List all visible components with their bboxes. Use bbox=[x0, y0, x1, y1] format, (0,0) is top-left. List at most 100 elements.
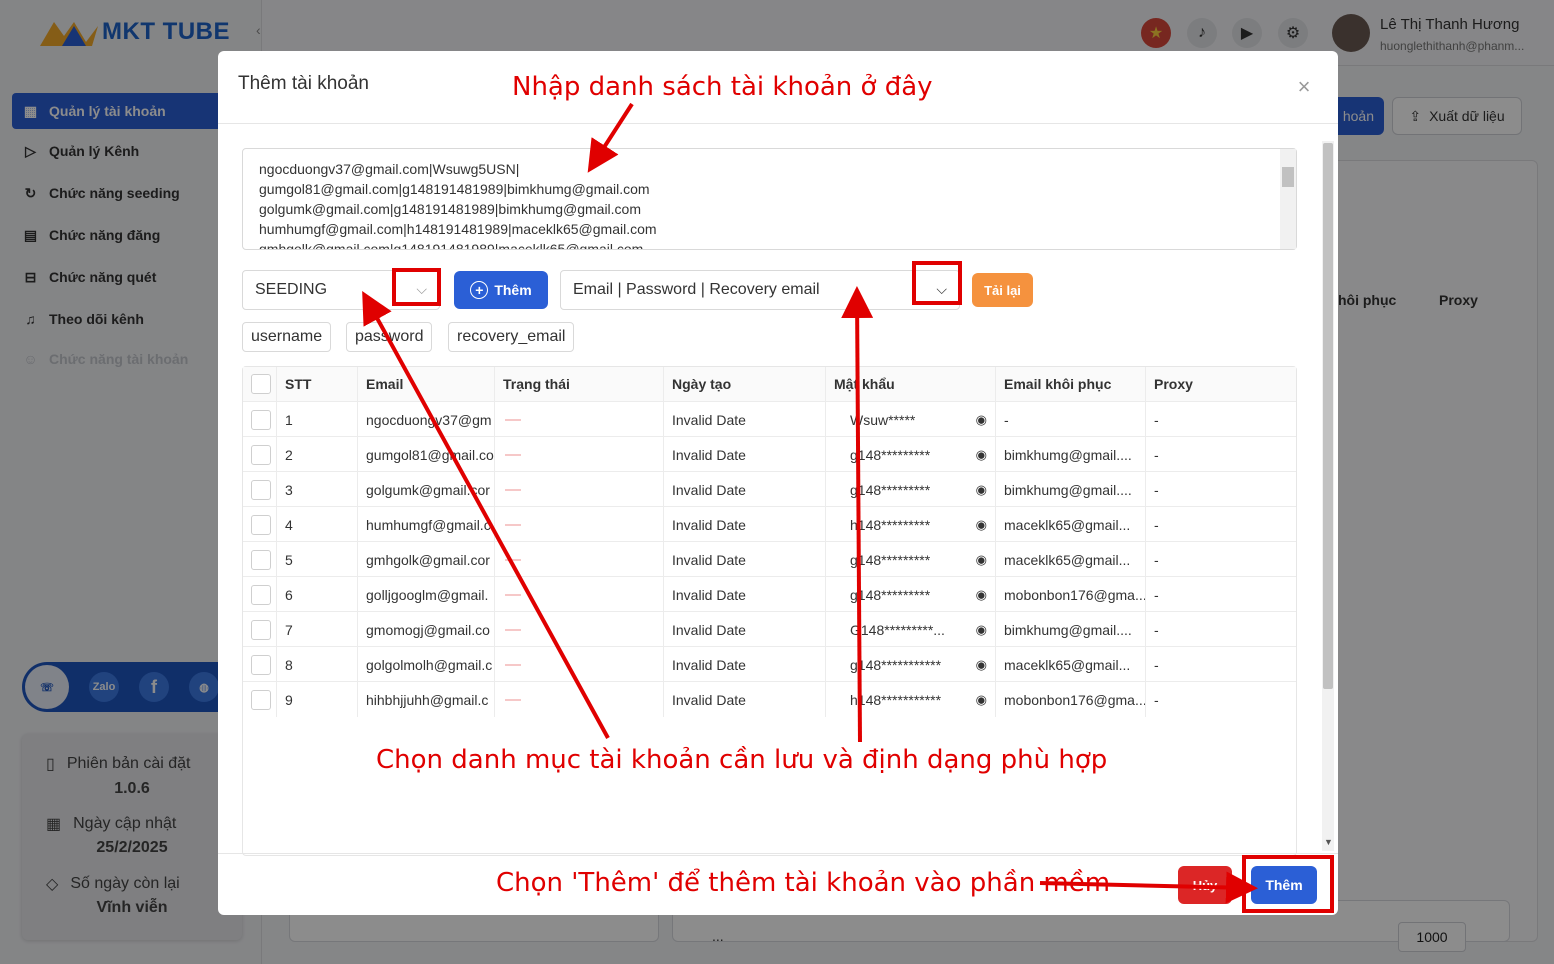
eye-icon[interactable]: ◉ bbox=[976, 657, 987, 673]
eye-icon[interactable]: ◉ bbox=[976, 552, 987, 568]
status-indicator bbox=[505, 418, 521, 421]
scroll-down-icon[interactable]: ▼ bbox=[1324, 837, 1333, 847]
select-all-checkbox[interactable] bbox=[251, 374, 271, 394]
accounts-textarea[interactable]: ngocduongv37@gmail.com|Wsuwg5USN| gumgol… bbox=[242, 148, 1297, 250]
table-row[interactable]: 2 gumgol81@gmail.co Invalid Date g148******… bbox=[243, 436, 1296, 472]
cell-proxy: - bbox=[1146, 682, 1296, 717]
cell-stt: 5 bbox=[277, 542, 358, 577]
cell-password: g148********* ◉ bbox=[826, 542, 996, 577]
annotation-submit-hint: Chọn 'Thêm' để thêm tài khoản vào phần m… bbox=[496, 868, 1111, 898]
row-checkbox[interactable] bbox=[251, 584, 271, 605]
cell-email: golgumk@gmail.cor bbox=[358, 472, 495, 507]
cell-text: G148*********... bbox=[850, 621, 945, 638]
eye-icon[interactable]: ◉ bbox=[976, 482, 987, 498]
annotation-input-hint: Nhập danh sách tài khoản ở đây bbox=[512, 72, 933, 102]
cell-date: Invalid Date bbox=[664, 507, 826, 542]
annotation-box-category bbox=[392, 268, 441, 306]
cell-stt: 7 bbox=[277, 612, 358, 647]
add-category-label: Thêm bbox=[494, 282, 532, 298]
cell-text: Invalid Date bbox=[672, 516, 746, 533]
table-row[interactable]: 7 gmomogj@gmail.co Invalid Date G148*******… bbox=[243, 611, 1296, 647]
eye-icon[interactable]: ◉ bbox=[976, 447, 987, 463]
cell-stt: 9 bbox=[277, 682, 358, 717]
cell-text: mobonbon176@gma... bbox=[1004, 691, 1146, 708]
cell-text: Invalid Date bbox=[672, 656, 746, 673]
cell-text: Invalid Date bbox=[672, 586, 746, 603]
modal-title: Thêm tài khoản bbox=[238, 73, 369, 94]
status-indicator bbox=[505, 488, 521, 491]
row-checkbox[interactable] bbox=[251, 479, 271, 500]
cell-text: g148********* bbox=[850, 586, 931, 603]
eye-icon[interactable]: ◉ bbox=[976, 587, 987, 603]
status-cell bbox=[495, 472, 664, 507]
cell-proxy: - bbox=[1146, 612, 1296, 647]
cell-recovery: bimkhumg@gmail.... bbox=[996, 612, 1146, 647]
row-checkbox[interactable] bbox=[251, 444, 271, 465]
cancel-button[interactable]: Hủy bbox=[1178, 866, 1232, 904]
cell-date: Invalid Date bbox=[664, 542, 826, 577]
cell-text: h148*********** bbox=[850, 691, 942, 708]
row-select-cell bbox=[243, 647, 277, 682]
cell-text: maceklk65@gmail... bbox=[1004, 551, 1131, 568]
cell-text: golljgooglm@gmail. bbox=[366, 586, 489, 603]
tag-username[interactable]: username bbox=[242, 322, 332, 352]
select-all-header bbox=[243, 367, 277, 401]
cell-password: g148********* ◉ bbox=[826, 437, 996, 472]
modal-scroll-thumb[interactable] bbox=[1323, 143, 1333, 689]
tag-password[interactable]: password bbox=[346, 322, 433, 352]
close-icon[interactable]: × bbox=[1292, 75, 1316, 99]
row-select-cell bbox=[243, 542, 277, 577]
add-category-button[interactable]: + Thêm bbox=[454, 271, 548, 309]
eye-icon[interactable]: ◉ bbox=[976, 622, 987, 638]
cell-text: Invalid Date bbox=[672, 446, 746, 463]
cell-text: bimkhumg@gmail.... bbox=[1004, 446, 1132, 463]
cell-text: - bbox=[1154, 586, 1159, 603]
cell-text: - bbox=[1154, 411, 1159, 428]
cell-stt: 2 bbox=[277, 437, 358, 472]
cell-text: 5 bbox=[285, 551, 293, 568]
table-row[interactable]: 1 ngocduongv37@gm Invalid Date Wsuw***** ◉ - - bbox=[243, 401, 1296, 437]
cell-text: - bbox=[1154, 516, 1159, 533]
cell-text: g148********* bbox=[850, 551, 931, 568]
row-checkbox[interactable] bbox=[251, 654, 271, 675]
tag-recovery-email[interactable]: recovery_email bbox=[448, 322, 575, 352]
cell-password: h148********* ◉ bbox=[826, 507, 996, 542]
status-indicator bbox=[505, 558, 521, 561]
row-checkbox[interactable] bbox=[251, 619, 271, 640]
textarea-scrollbar[interactable] bbox=[1280, 149, 1296, 249]
reload-button[interactable]: Tải lại bbox=[972, 273, 1033, 307]
status-cell bbox=[495, 542, 664, 577]
cell-email: golljgooglm@gmail. bbox=[358, 577, 495, 612]
status-cell bbox=[495, 682, 664, 717]
cell-recovery: maceklk65@gmail... bbox=[996, 542, 1146, 577]
cell-proxy: - bbox=[1146, 472, 1296, 507]
status-cell bbox=[495, 647, 664, 682]
cell-password: g148********* ◉ bbox=[826, 577, 996, 612]
table-row[interactable]: 9 hihbhjjuhh@gmail.c Invalid Date h148*****… bbox=[243, 681, 1296, 717]
cell-date: Invalid Date bbox=[664, 437, 826, 472]
status-indicator bbox=[505, 628, 521, 631]
row-select-cell bbox=[243, 612, 277, 647]
row-checkbox[interactable] bbox=[251, 549, 271, 570]
cell-text: bimkhumg@gmail.... bbox=[1004, 621, 1132, 638]
row-checkbox[interactable] bbox=[251, 409, 271, 430]
format-select[interactable]: Email | Password | Recovery email ⌵ bbox=[560, 270, 960, 310]
table-row[interactable]: 8 golgolmolh@gmail.c Invalid Date g148*****… bbox=[243, 646, 1296, 682]
cell-recovery: mobonbon176@gma... bbox=[996, 577, 1146, 612]
table-row[interactable]: 6 golljgooglm@gmail. Invalid Date g148*****… bbox=[243, 576, 1296, 612]
eye-icon[interactable]: ◉ bbox=[976, 692, 987, 708]
status-indicator bbox=[505, 698, 521, 701]
row-checkbox[interactable] bbox=[251, 514, 271, 535]
textarea-scroll-thumb[interactable] bbox=[1282, 167, 1294, 187]
row-select-cell bbox=[243, 507, 277, 542]
row-checkbox[interactable] bbox=[251, 689, 271, 710]
cell-text: 4 bbox=[285, 516, 293, 533]
eye-icon[interactable]: ◉ bbox=[976, 517, 987, 533]
cell-text: humhumgf@gmail.c bbox=[366, 516, 491, 533]
cell-text: ngocduongv37@gm bbox=[366, 411, 492, 428]
eye-icon[interactable]: ◉ bbox=[976, 412, 987, 428]
table-row[interactable]: 4 humhumgf@gmail.c Invalid Date h148*******… bbox=[243, 506, 1296, 542]
cell-recovery: bimkhumg@gmail.... bbox=[996, 472, 1146, 507]
table-row[interactable]: 3 golgumk@gmail.cor Invalid Date g148******… bbox=[243, 471, 1296, 507]
table-row[interactable]: 5 gmhgolk@gmail.cor Invalid Date g148******… bbox=[243, 541, 1296, 577]
